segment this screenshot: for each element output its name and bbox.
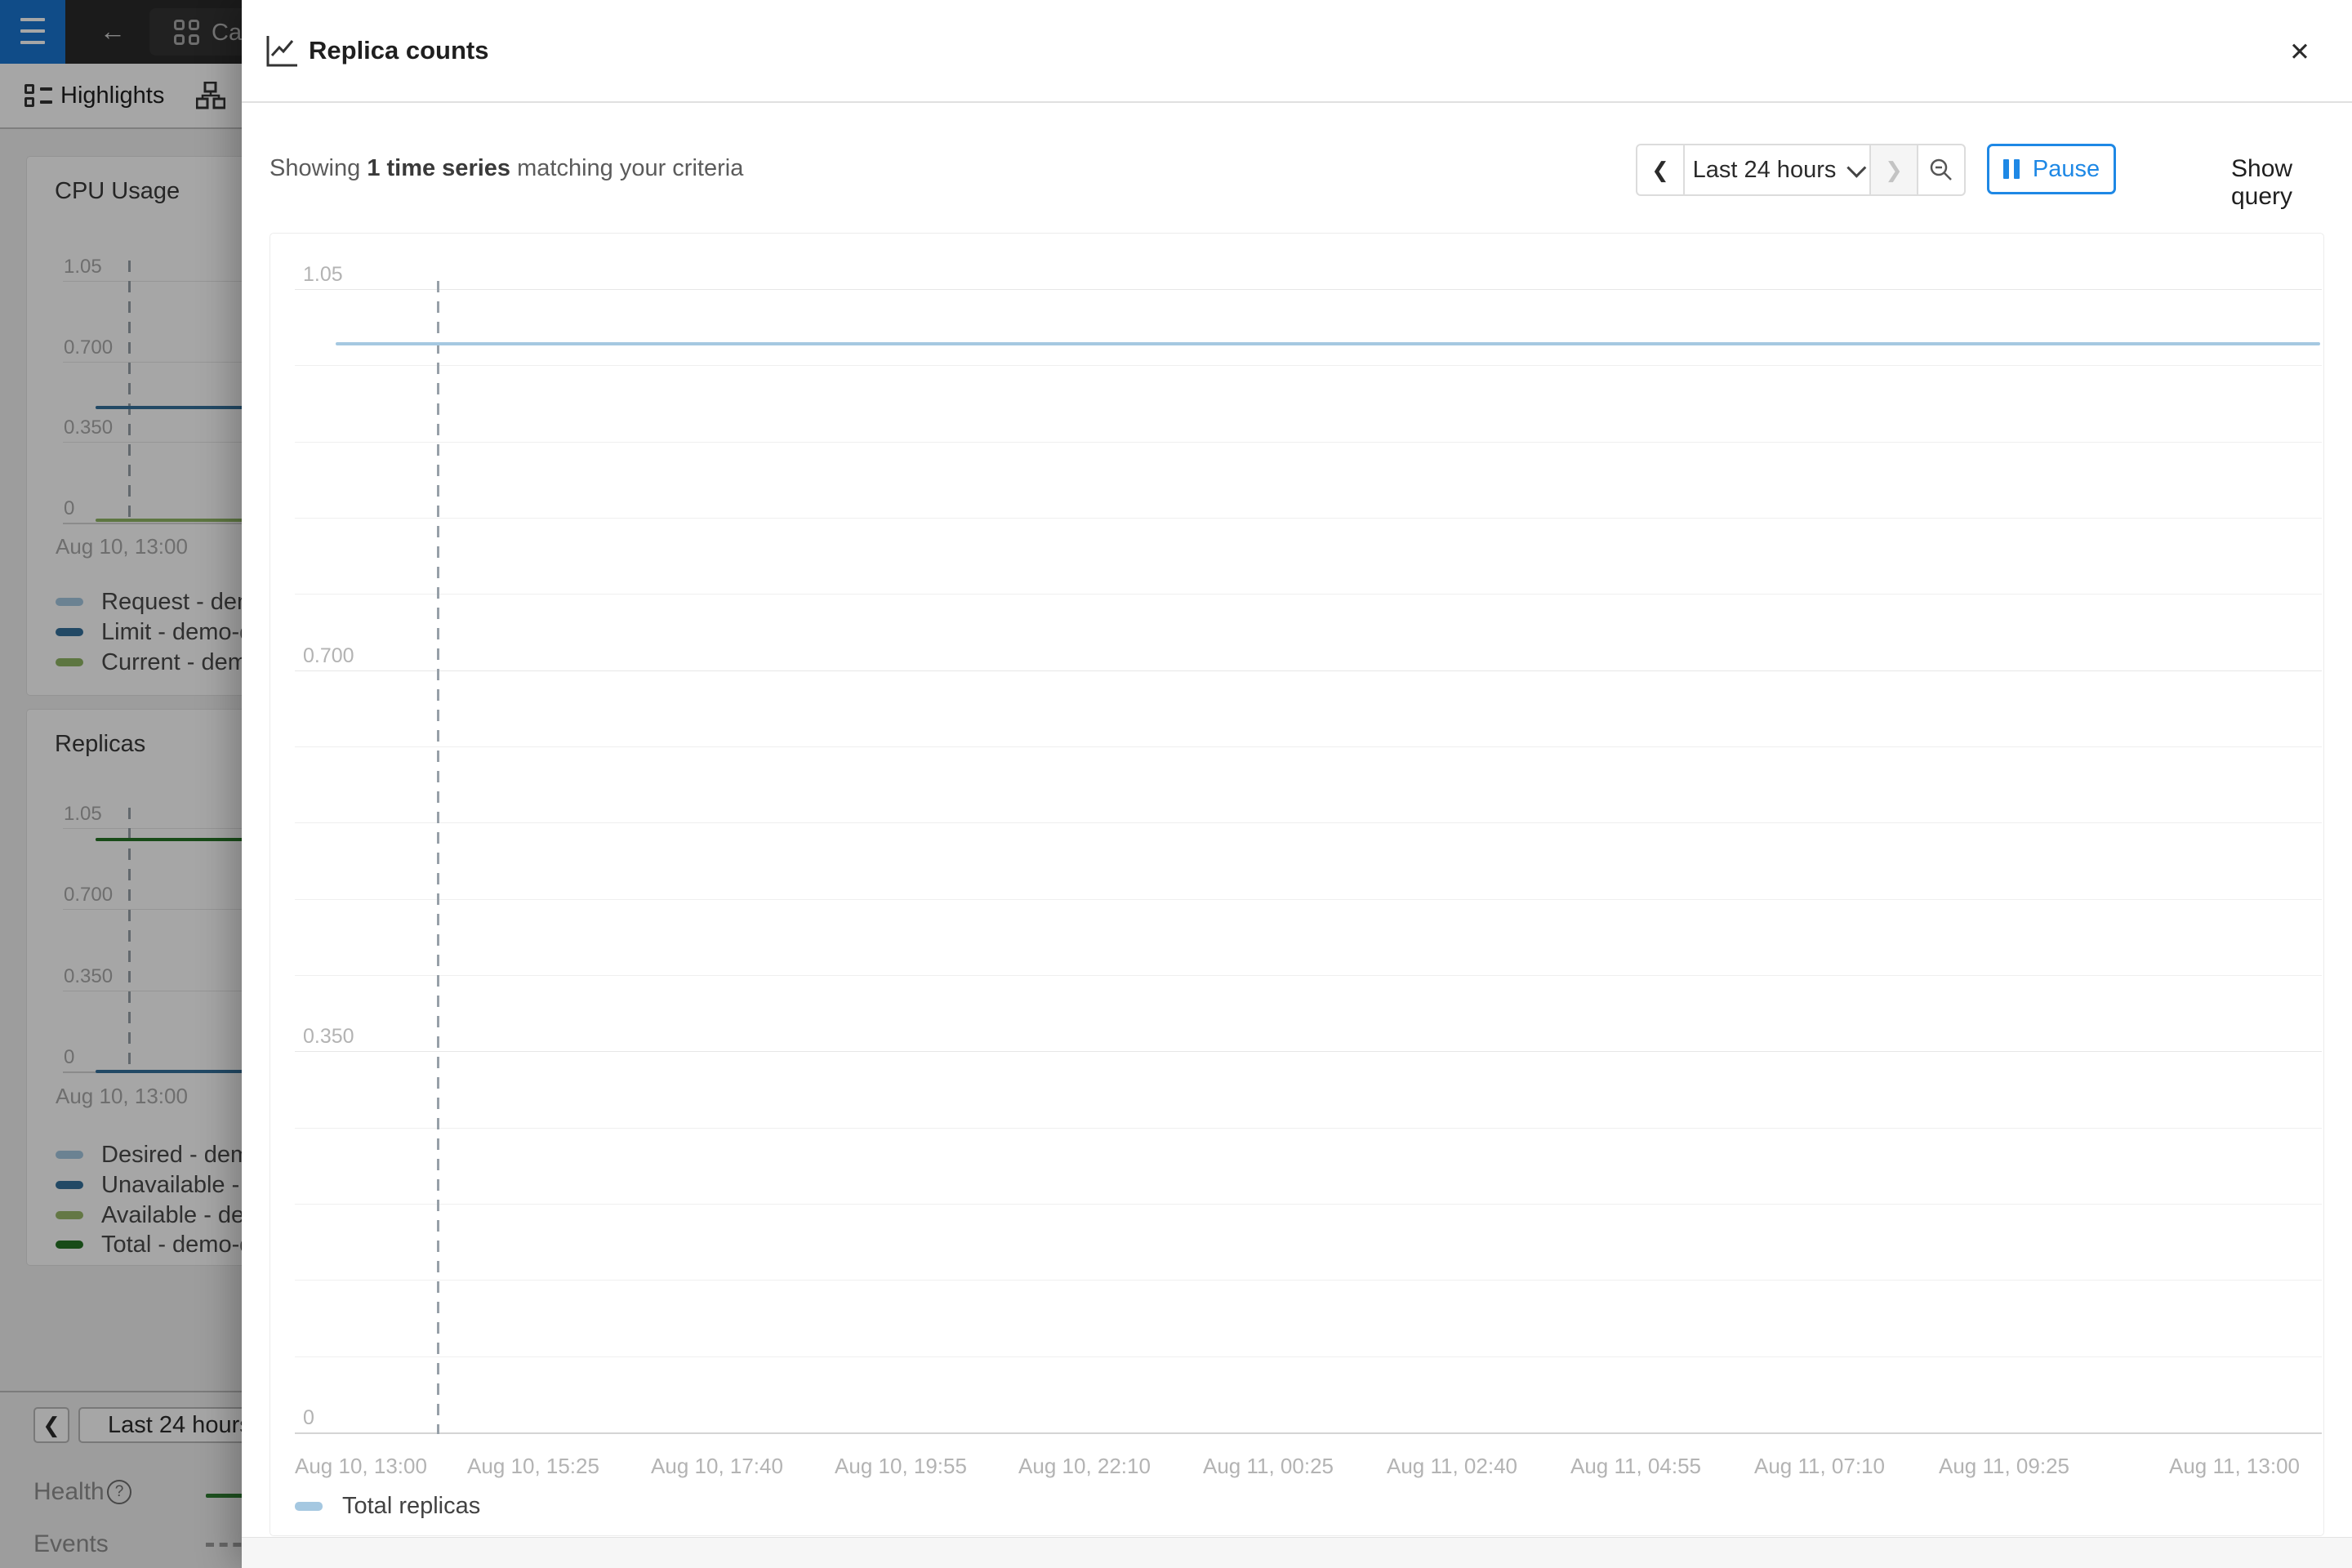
pause-icon [2003, 159, 2020, 179]
modal-title: Replica counts [309, 36, 489, 65]
modal-footer [242, 1537, 2352, 1568]
gridline [295, 1128, 2322, 1129]
x-axis-tick: Aug 11, 07:10 [1754, 1454, 1885, 1479]
series-line-total-replicas [336, 342, 2320, 345]
range-dropdown[interactable]: Last 24 hours [1683, 145, 1869, 194]
x-axis-tick: Aug 11, 00:25 [1203, 1454, 1334, 1479]
legend-swatch [295, 1502, 323, 1511]
gridline [295, 975, 2322, 976]
x-axis-tick: Aug 10, 13:00 [295, 1454, 427, 1479]
y-axis-tick: 0.700 [303, 644, 354, 668]
gridline [295, 289, 2322, 290]
gridline [295, 1432, 2322, 1434]
gridline [295, 670, 2322, 671]
x-axis-tick: Aug 10, 19:55 [835, 1454, 967, 1479]
chevron-down-icon [1847, 158, 1867, 177]
x-axis-tick: Aug 11, 13:00 [2169, 1454, 2300, 1479]
gridline [295, 442, 2322, 443]
replica-counts-chart: 1.05 0.700 0.350 0 Aug 10, 13:00 Aug 10, 15:2… [270, 233, 2324, 1536]
modal-header: Replica counts ✕ [242, 0, 2352, 103]
x-axis-tick: Aug 10, 22:10 [1018, 1454, 1151, 1479]
next-range-button[interactable]: ❯ [1869, 145, 1917, 194]
zoom-out-icon [1929, 158, 1953, 182]
close-icon[interactable]: ✕ [2282, 34, 2318, 70]
gridline [295, 746, 2322, 747]
y-axis-tick: 1.05 [303, 263, 343, 287]
legend-label: Total replicas [342, 1493, 480, 1520]
gridline [295, 1051, 2322, 1052]
gridline [295, 1356, 2322, 1357]
gridline [295, 822, 2322, 823]
chart-line-icon [265, 34, 299, 69]
gridline [295, 1204, 2322, 1205]
x-axis-tick: Aug 11, 09:25 [1939, 1454, 2069, 1479]
x-axis-tick: Aug 11, 02:40 [1387, 1454, 1517, 1479]
y-axis-tick: 0.350 [303, 1025, 354, 1049]
prev-range-button[interactable]: ❮ [1637, 145, 1683, 194]
modal-backdrop[interactable] [0, 0, 242, 1568]
time-range-control-group: ❮ Last 24 hours ❯ [1636, 144, 1966, 196]
series-summary: Showing 1 time series matching your crit… [270, 155, 743, 182]
x-axis-tick: Aug 10, 15:25 [467, 1454, 599, 1479]
time-cursor-dashed-line [437, 281, 439, 1434]
gridline [295, 365, 2322, 366]
pause-button[interactable]: Pause [1987, 144, 2116, 194]
screen: ← Ca Highlights CPU Usage1.05 [0, 0, 2352, 1568]
gridline [295, 518, 2322, 519]
gridline [295, 899, 2322, 900]
zoom-out-button[interactable] [1917, 145, 1964, 194]
gridline [295, 594, 2322, 595]
x-axis-tick: Aug 10, 17:40 [651, 1454, 783, 1479]
legend-item[interactable]: Total replicas [295, 1491, 480, 1521]
gridline [295, 1280, 2322, 1281]
replica-counts-modal: Replica counts ✕ Showing 1 time series m… [242, 0, 2352, 1568]
show-query-label: Show query [2231, 155, 2352, 211]
y-axis-tick: 0 [303, 1406, 314, 1430]
x-axis-tick: Aug 11, 04:55 [1570, 1454, 1701, 1479]
